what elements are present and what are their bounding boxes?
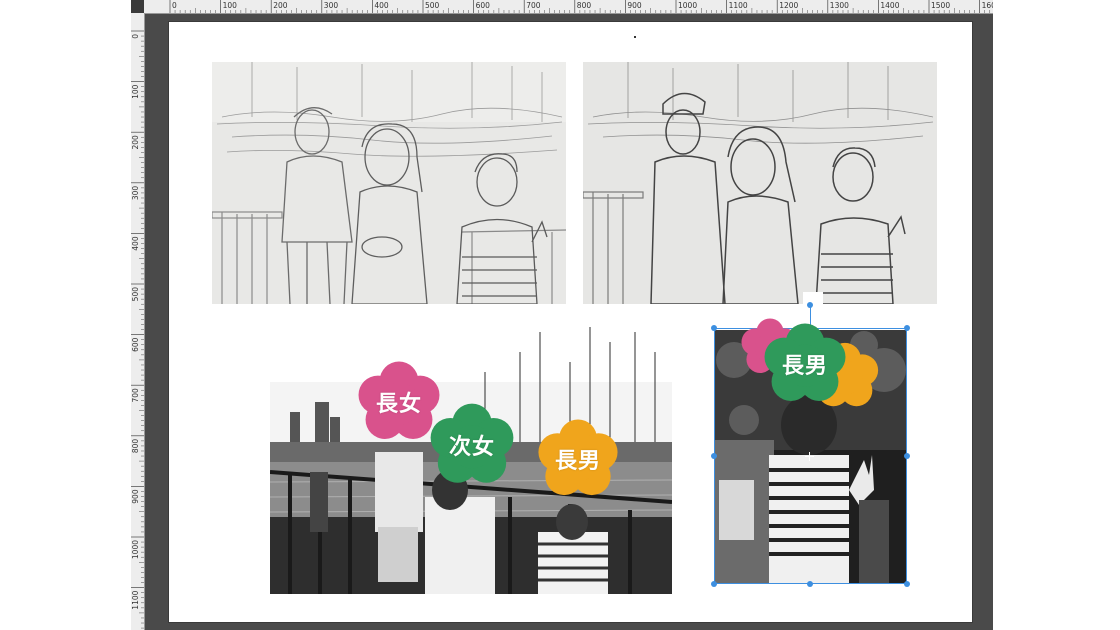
ruler-label: 700 — [131, 388, 140, 403]
handle-bottom-right[interactable] — [904, 581, 910, 587]
handle-top-left[interactable] — [711, 325, 717, 331]
ruler-label: 0 — [131, 34, 140, 39]
ruler-label: 200 — [131, 135, 140, 150]
sticker-eldest-son-boy[interactable]: 長男 — [761, 320, 849, 408]
sketch-image-right[interactable] — [583, 62, 937, 304]
sticker-eldest-son-group[interactable]: 長男 — [535, 416, 621, 502]
ruler-label: 0 — [172, 1, 177, 10]
rotation-handle[interactable] — [807, 302, 813, 308]
ruler-label: 700 — [526, 1, 541, 10]
sketch-image-left[interactable] — [212, 62, 566, 304]
handle-middle-right[interactable] — [904, 453, 910, 459]
vertical-ruler[interactable]: 0 100 200 300 400 500 600 700 800 900 1000 1100 — [131, 13, 145, 630]
vertical-ruler-ticks: 0 100 200 300 400 500 600 700 800 900 1000 1100 — [131, 30, 144, 629]
ruler-label: 1500 — [931, 1, 950, 10]
ruler-corner[interactable] — [131, 0, 145, 14]
ruler-label: 500 — [131, 287, 140, 302]
horizontal-ruler-ticks: 0 100 200 300 400 500 600 700 800 900 1000 1100 1200… — [169, 0, 993, 13]
ruler-label: 900 — [131, 489, 140, 504]
selection-center-mark — [805, 452, 814, 461]
ruler-label: 300 — [131, 186, 140, 201]
ruler-label: 100 — [131, 84, 140, 99]
handle-bottom-center[interactable] — [807, 581, 813, 587]
ruler-label: 100 — [223, 1, 238, 10]
ruler-label: 1300 — [830, 1, 849, 10]
ruler-label: 300 — [324, 1, 339, 10]
handle-middle-left[interactable] — [711, 453, 717, 459]
ruler-label: 1100 — [729, 1, 748, 10]
ruler-label: 1000 — [131, 540, 140, 559]
ruler-label: 400 — [131, 236, 140, 251]
horizontal-ruler[interactable]: 0 100 200 300 400 500 600 700 800 900 1000 1100 1200… — [144, 0, 993, 14]
ruler-label: 1600 — [982, 1, 993, 10]
ruler-label: 600 — [131, 337, 140, 352]
guide-dot — [634, 36, 636, 38]
sticker-label-eldest-son-group: 長男 — [554, 449, 601, 474]
sticker-label-eldest-son-boy: 長男 — [781, 354, 828, 379]
sticker-label-second-daughter: 次女 — [448, 435, 495, 460]
handle-bottom-left[interactable] — [711, 581, 717, 587]
ruler-label: 800 — [577, 1, 592, 10]
app-window: 0 100 200 300 400 500 600 700 800 900 1000 1100 1200… — [0, 0, 1120, 630]
sticker-second-daughter[interactable]: 次女 — [427, 400, 517, 490]
ruler-label: 200 — [273, 1, 288, 10]
ruler-label: 1200 — [779, 1, 798, 10]
ruler-label: 800 — [131, 439, 140, 454]
ruler-label: 500 — [425, 1, 440, 10]
ruler-label: 900 — [627, 1, 642, 10]
ruler-label: 600 — [476, 1, 491, 10]
ruler-label: 400 — [374, 1, 389, 10]
ruler-label: 1100 — [131, 590, 140, 609]
handle-top-right[interactable] — [904, 325, 910, 331]
artboard[interactable]: 長女 次女 長男 長男 — [169, 22, 972, 622]
ruler-label: 1000 — [678, 1, 697, 10]
ruler-label: 1400 — [880, 1, 899, 10]
